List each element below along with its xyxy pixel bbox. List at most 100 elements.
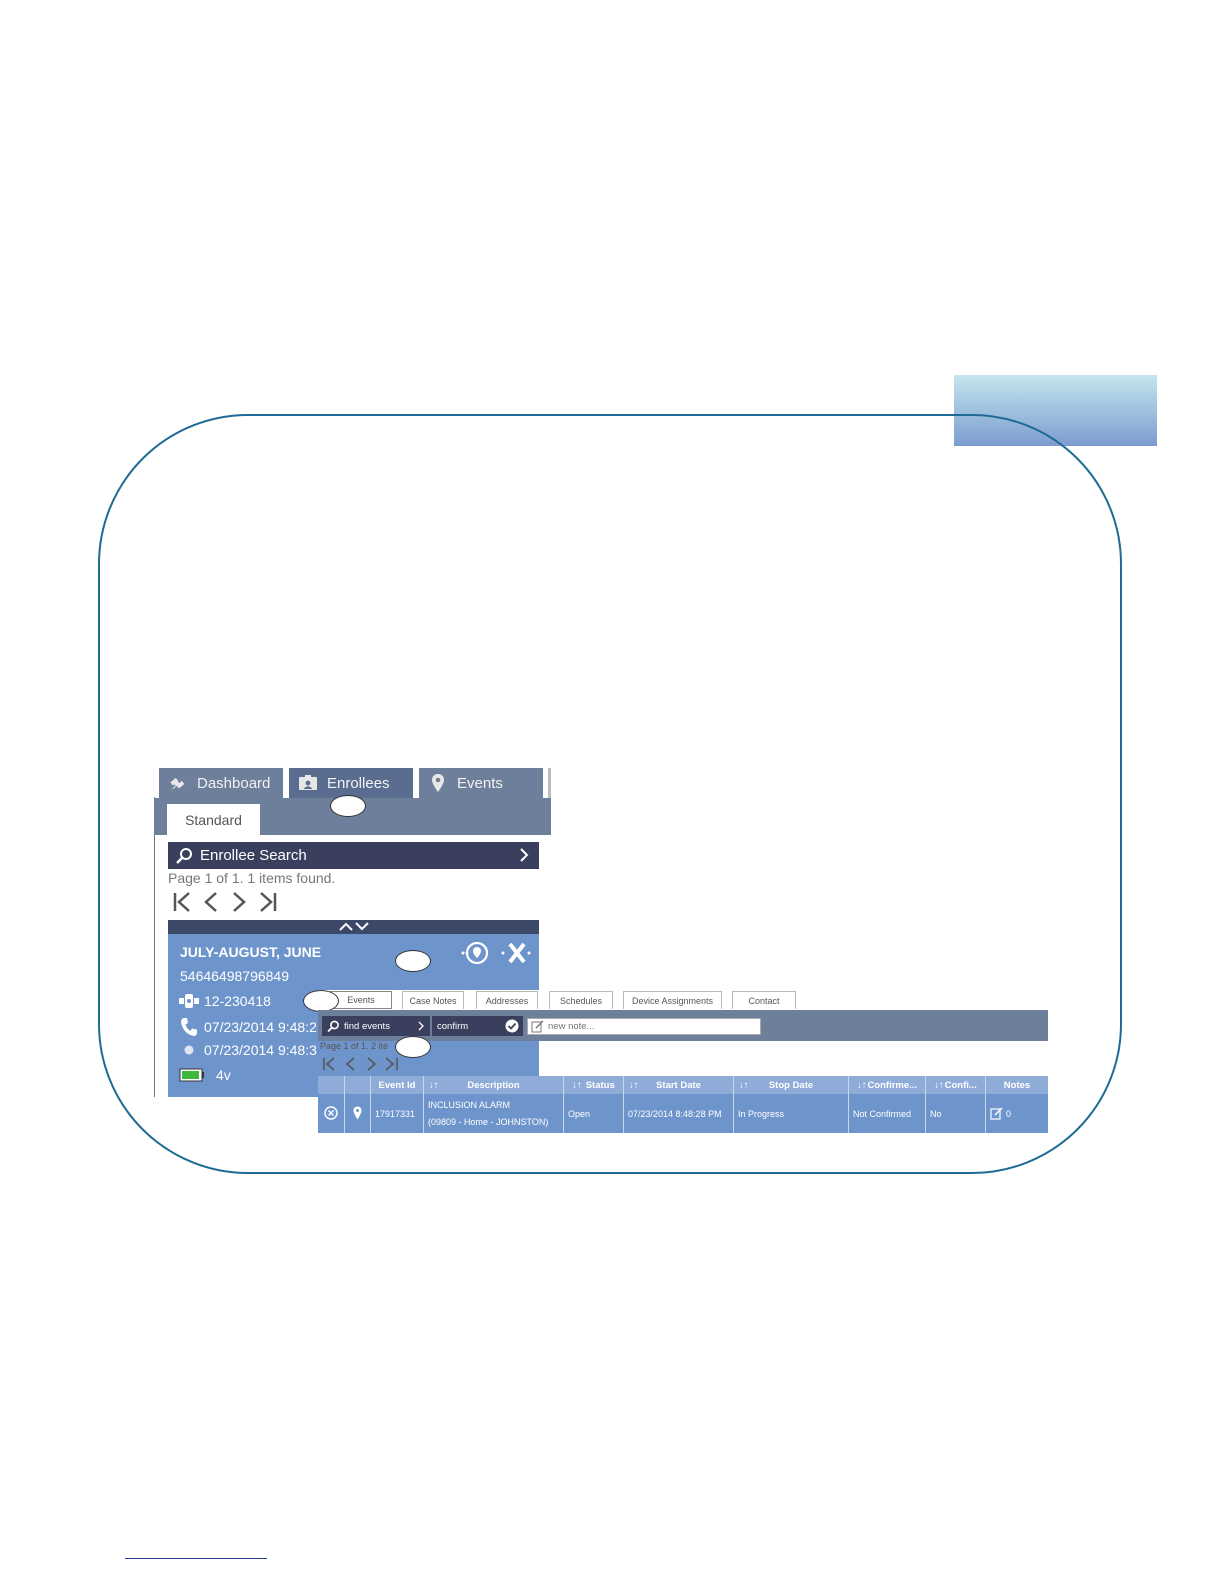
sort-icon: ↓↑ xyxy=(739,1079,749,1091)
last-page-icon[interactable] xyxy=(256,891,278,918)
footnote-rule xyxy=(125,1558,267,1559)
collapse-toggle[interactable] xyxy=(168,920,539,934)
battery-icon xyxy=(178,1068,206,1082)
column-header-notes[interactable]: Notes xyxy=(986,1076,1048,1094)
check-circle-icon xyxy=(505,1019,519,1036)
column-label: Confi... xyxy=(944,1079,977,1091)
description-line: (09809 - Home - JOHNSTON) xyxy=(428,1116,549,1127)
search-icon xyxy=(326,1020,340,1033)
events-pagination-controls xyxy=(322,1057,400,1076)
table-row[interactable]: 17917331 INCLUSION ALARM (09809 - Home -… xyxy=(318,1094,1048,1133)
last-page-icon[interactable] xyxy=(382,1057,400,1076)
column-label: Start Date xyxy=(656,1079,701,1091)
confi-cell: No xyxy=(926,1094,986,1133)
sort-icon: ↓↑ xyxy=(429,1079,439,1091)
confirm-label: confirm xyxy=(437,1020,469,1032)
map-pin-icon[interactable] xyxy=(353,1106,362,1122)
battery-row: 4v xyxy=(178,1067,231,1083)
tab-dashboard[interactable]: Dashboard xyxy=(159,768,283,798)
search-label: Enrollee Search xyxy=(200,847,307,864)
phone-icon xyxy=(178,1017,200,1037)
column-label: Notes xyxy=(1003,1079,1031,1091)
find-events-label: find events xyxy=(344,1020,390,1032)
column-label: Description xyxy=(467,1079,520,1091)
confirm-button[interactable]: confirm xyxy=(432,1016,523,1036)
column-header-description[interactable]: ↓↑ Description xyxy=(424,1076,564,1094)
description-line: INCLUSION ALARM xyxy=(428,1099,511,1110)
callout-marker xyxy=(395,1036,431,1058)
id-card-icon xyxy=(297,773,319,793)
last-point-time: 07/23/2014 9:48:3 xyxy=(204,1042,317,1058)
tab-events-sub[interactable]: Events xyxy=(330,991,392,1009)
status-cell: Open xyxy=(564,1094,624,1133)
column-header-status[interactable]: ↓↑ Status xyxy=(564,1076,624,1094)
page-text-start: Page 1 of 1. 2 ite xyxy=(320,1041,389,1051)
first-page-icon[interactable] xyxy=(322,1057,340,1076)
device-id: 12-230418 xyxy=(204,993,271,1009)
column-label: Confirme... xyxy=(867,1079,918,1091)
edit-note-icon[interactable] xyxy=(990,1107,1003,1120)
column-header-map xyxy=(345,1076,371,1094)
sort-icon: ↓↑ xyxy=(856,1079,867,1091)
start-date-cell: 07/23/2014 8:48:28 PM xyxy=(624,1094,734,1133)
enrollee-search-bar[interactable]: Enrollee Search xyxy=(168,842,539,869)
previous-page-icon[interactable] xyxy=(342,1057,360,1076)
locate-icon[interactable] xyxy=(460,940,492,971)
dismiss-cell[interactable] xyxy=(318,1094,345,1133)
previous-page-icon[interactable] xyxy=(200,891,222,918)
divider xyxy=(548,768,551,798)
satellite-icon xyxy=(167,773,189,793)
sort-icon: ↓↑ xyxy=(934,1079,944,1091)
notes-cell[interactable]: 0 xyxy=(986,1094,1048,1133)
pagination-status: Page 1 of 1. 1 items found. xyxy=(168,870,336,886)
close-circle-icon[interactable] xyxy=(324,1105,338,1122)
tab-enrollees[interactable]: Enrollees xyxy=(289,768,413,798)
stop-date-cell: In Progress xyxy=(734,1094,849,1133)
divider xyxy=(154,797,155,1097)
last-call-time: 07/23/2014 9:48:2 xyxy=(204,1019,317,1035)
column-header-start-date[interactable]: ↓↑ Start Date xyxy=(624,1076,734,1094)
column-header-icon xyxy=(318,1076,345,1094)
point-row: 07/23/2014 9:48:3 xyxy=(178,1042,317,1058)
sort-icon: ↓↑ xyxy=(572,1079,582,1091)
tab-contact[interactable]: Contact xyxy=(732,991,796,1009)
notes-count: 0 xyxy=(1006,1108,1012,1119)
column-header-stop-date[interactable]: ↓↑ Stop Date xyxy=(734,1076,849,1094)
new-note-input[interactable] xyxy=(527,1018,761,1035)
column-label: Status xyxy=(585,1079,615,1091)
pagination-controls xyxy=(172,891,278,918)
next-page-icon[interactable] xyxy=(362,1057,380,1076)
column-header-event-id[interactable]: Event Id xyxy=(371,1076,424,1094)
description-cell: INCLUSION ALARM (09809 - Home - JOHNSTON… xyxy=(424,1094,564,1133)
callout-marker xyxy=(303,990,339,1012)
enrollee-name: JULY-AUGUST, JUNE xyxy=(180,944,322,960)
enrollee-id: 54646498796849 xyxy=(180,968,290,984)
confirmed-cell: Not Confirmed xyxy=(849,1094,926,1133)
event-id-cell: 17917331 xyxy=(371,1094,424,1133)
card-actions xyxy=(460,940,532,971)
tab-label: Events xyxy=(457,774,503,792)
tab-schedules[interactable]: Schedules xyxy=(549,991,613,1009)
column-label: Stop Date xyxy=(768,1079,814,1091)
chevron-right-icon[interactable] xyxy=(519,847,529,867)
tab-label: Dashboard xyxy=(197,774,271,792)
device-row: 12-230418 xyxy=(178,992,271,1010)
disconnect-icon[interactable] xyxy=(500,940,532,971)
first-page-icon[interactable] xyxy=(172,891,194,918)
next-page-icon[interactable] xyxy=(228,891,250,918)
tab-standard[interactable]: Standard xyxy=(167,804,260,835)
tab-events[interactable]: Events xyxy=(419,768,543,798)
sort-icon: ↓↑ xyxy=(629,1079,639,1091)
map-pin-icon xyxy=(427,773,449,793)
column-header-confirmed[interactable]: ↓↑ Confirme... xyxy=(849,1076,926,1094)
chevron-right-icon xyxy=(418,1021,424,1034)
map-cell[interactable] xyxy=(345,1094,371,1133)
tab-device-assignments[interactable]: Device Assignments xyxy=(623,991,722,1009)
call-row: 07/23/2014 9:48:2 xyxy=(178,1017,317,1037)
search-icon xyxy=(174,847,194,865)
column-header-confi[interactable]: ↓↑ Confi... xyxy=(926,1076,986,1094)
tab-label: Enrollees xyxy=(327,774,390,792)
find-events-button[interactable]: find events xyxy=(322,1016,430,1036)
tab-case-notes[interactable]: Case Notes xyxy=(402,991,464,1009)
tab-addresses[interactable]: Addresses xyxy=(476,991,538,1009)
